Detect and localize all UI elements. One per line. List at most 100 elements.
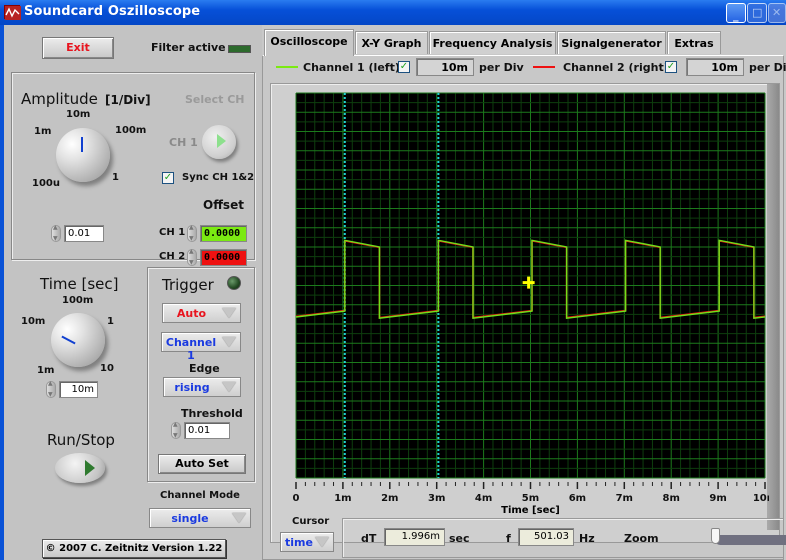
ch1-visible-checkbox[interactable]: ✓ <box>398 61 410 73</box>
graph-frame: 0 1m 2m 3m 4m 5m 6m 7m 8m 9m 10m Time [sec] <box>270 83 780 543</box>
main-area: Oscilloscope X-Y Graph Frequency Analysi… <box>262 25 786 560</box>
run-stop-button[interactable] <box>55 453 105 483</box>
ch1-offset-field[interactable]: 0.0000 <box>200 225 247 242</box>
amp-knob-label-100u: 100u <box>32 178 60 189</box>
ch2-visible-checkbox[interactable]: ✓ <box>665 61 677 73</box>
offset-title: Offset <box>203 198 244 212</box>
ch1-legend-line <box>276 66 298 68</box>
cursor-mode-value: time <box>285 536 313 549</box>
ch2-per-div-field[interactable]: 10m <box>686 58 744 76</box>
auto-set-button[interactable]: Auto Set <box>158 454 246 474</box>
x-tick-label: 9m <box>709 493 726 504</box>
control-panel: Exit Filter active Amplitude [1/Div] 10m… <box>4 25 262 560</box>
filter-active-led <box>228 45 251 53</box>
amp-knob-label-10m: 10m <box>66 109 91 120</box>
x-tick-label: 2m <box>381 493 398 504</box>
ch2-offset-label: CH 2 <box>159 251 186 262</box>
close-icon: ✕ <box>772 6 782 19</box>
maximize-button[interactable]: □ <box>747 3 767 23</box>
sync-ch-label: Sync CH 1&2 <box>182 172 255 183</box>
time-knob-label-10m: 10m <box>21 316 46 327</box>
trigger-source-value: Channel 1 <box>165 336 217 362</box>
trigger-source-dropdown[interactable]: Channel 1 <box>161 332 241 362</box>
play-icon <box>85 460 95 476</box>
x-tick-label: 1m <box>334 493 351 504</box>
tab-oscilloscope[interactable]: Oscilloscope <box>264 29 354 56</box>
zoom-label: Zoom <box>624 532 659 545</box>
app-window: Soundcard Oszilloscope _ □ ✕ Exit Filter… <box>0 0 786 560</box>
app-icon <box>4 5 21 20</box>
tab-xy-graph[interactable]: X-Y Graph <box>355 31 428 54</box>
cursor-label: Cursor <box>292 516 330 527</box>
ch1-per-div-field[interactable]: 10m <box>416 58 474 76</box>
trigger-mode-dropdown[interactable]: Auto <box>162 303 241 323</box>
time-knob-label-1m: 1m <box>37 365 55 376</box>
ch1-offset-label: CH 1 <box>159 227 186 238</box>
select-ch-value: CH 1 <box>169 136 198 149</box>
grid <box>295 92 766 479</box>
trigger-led <box>227 276 241 290</box>
threshold-field[interactable]: 0.01 <box>184 422 230 439</box>
x-tick-label: 8m <box>663 493 680 504</box>
cursor-readout-panel: dT 1.996m sec f 501.03 Hz Zoom <box>342 518 786 558</box>
amplitude-group: Amplitude [1/Div] 10m 1m 100m 100u 1 0.0… <box>11 72 255 266</box>
time-spinner[interactable] <box>46 380 56 398</box>
trigger-edge-dropdown[interactable]: rising <box>163 377 241 397</box>
amplitude-knob-needle <box>81 137 83 152</box>
amplitude-knob[interactable] <box>56 128 110 182</box>
channel-mode-dropdown[interactable]: single <box>149 508 251 528</box>
copyright-label: © 2007 C. Zeitnitz Version 1.22 <box>42 539 226 558</box>
time-knob-needle <box>61 335 76 345</box>
threshold-label: Threshold <box>181 407 243 420</box>
amplitude-spinner[interactable] <box>51 224 61 242</box>
window-title: Soundcard Oszilloscope <box>24 4 201 19</box>
time-knob[interactable] <box>51 313 105 367</box>
x-tick-label: 0 <box>293 493 300 504</box>
ch1-legend-label: Channel 1 (left) <box>303 61 400 74</box>
ch1-offset-spinner[interactable] <box>187 224 197 242</box>
amp-knob-label-1: 1 <box>112 172 119 183</box>
x-tick-label: 4m <box>475 493 492 504</box>
amplitude-unit: [1/Div] <box>105 93 151 107</box>
ch2-offset-spinner[interactable] <box>187 248 197 266</box>
close-button[interactable]: ✕ <box>768 3 786 23</box>
threshold-spinner[interactable] <box>171 421 181 439</box>
tab-extras[interactable]: Extras <box>667 31 721 54</box>
minimize-button[interactable]: _ <box>726 3 746 23</box>
run-stop-label: Run/Stop <box>47 431 115 449</box>
time-value-field[interactable]: 10m <box>59 381 98 398</box>
x-axis-label: Time [sec] <box>501 505 560 516</box>
time-knob-label-1: 1 <box>107 316 114 327</box>
ch2-per-div-unit: per Div <box>749 61 786 74</box>
tab-frequency-analysis[interactable]: Frequency Analysis <box>429 31 556 54</box>
time-knob-label-100m: 100m <box>62 295 94 306</box>
filter-active-label: Filter active <box>151 41 226 54</box>
client-area: Exit Filter active Amplitude [1/Div] 10m… <box>4 25 786 560</box>
zoom-slider-thumb[interactable] <box>711 528 720 544</box>
sync-ch-checkbox[interactable]: ✓ <box>162 172 174 184</box>
x-axis: 0 1m 2m 3m 4m 5m 6m 7m 8m 9m 10m <box>293 482 769 504</box>
trigger-mode-value: Auto <box>176 307 207 320</box>
select-ch-toggle[interactable] <box>202 125 236 159</box>
ch2-legend-label: Channel 2 (right) <box>563 61 669 74</box>
trigger-title: Trigger <box>162 276 214 294</box>
ch2-offset-field[interactable]: 0.0000 <box>200 249 247 266</box>
cursor-mode-dropdown[interactable]: time <box>280 532 334 552</box>
ch1-per-div-unit: per Div <box>479 61 524 74</box>
chevron-down-icon <box>222 382 236 392</box>
crosshair-marker-v <box>527 276 531 289</box>
zoom-slider-track[interactable] <box>715 535 786 545</box>
amp-knob-label-100m: 100m <box>115 125 147 136</box>
exit-button[interactable]: Exit <box>42 37 114 59</box>
scope-chart[interactable]: 0 1m 2m 3m 4m 5m 6m 7m 8m 9m 10m Time [sec] <box>271 84 769 542</box>
dt-unit: sec <box>449 532 470 545</box>
edge-label: Edge <box>189 362 220 375</box>
x-tick-label: 7m <box>616 493 633 504</box>
chevron-down-icon <box>232 513 246 523</box>
time-title: Time [sec] <box>40 275 119 293</box>
dt-label: dT <box>361 532 377 545</box>
tab-signalgenerator[interactable]: Signalgenerator <box>557 31 666 54</box>
select-ch-label: Select CH <box>185 93 245 106</box>
x-tick-label: 10m <box>753 493 769 504</box>
amplitude-value-field[interactable]: 0.01 <box>64 225 104 242</box>
